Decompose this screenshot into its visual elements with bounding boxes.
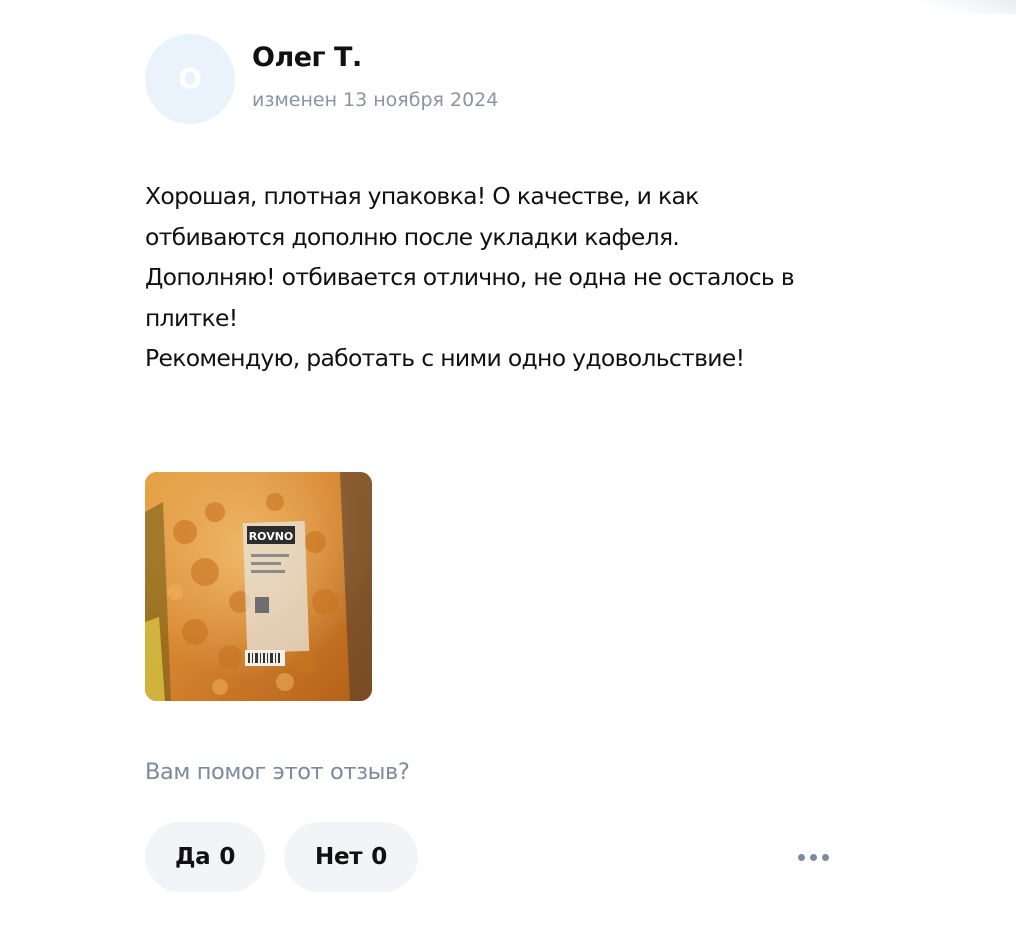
vote-yes-button[interactable]: Да 0 — [145, 822, 265, 892]
review-text-line: Дополняю! отбивается отлично, не одна не… — [145, 263, 795, 332]
corner-shadow — [876, 0, 1016, 14]
review-text: Хорошая, плотная упаковка! О качестве, и… — [145, 176, 845, 379]
dot — [797, 853, 805, 861]
review-text-line: Рекомендую, работать с ними одно удоволь… — [145, 344, 745, 372]
avatar-initial: О — [178, 62, 202, 95]
review-card: О Олег Т. изменен 13 ноября 2024 Хорошая… — [0, 0, 1016, 940]
review-date: изменен 13 ноября 2024 — [252, 89, 499, 111]
review-text-line: Хорошая, плотная упаковка! О качестве, и… — [145, 182, 699, 251]
dot — [809, 853, 817, 861]
helpful-question: Вам помог этот отзыв? — [145, 759, 410, 785]
vote-no-label: Нет — [315, 844, 363, 870]
review-photo[interactable]: ROVNO — [145, 472, 372, 701]
vote-yes-label: Да — [174, 844, 211, 870]
vote-yes-count: 0 — [219, 844, 236, 870]
more-dots-icon[interactable] — [788, 842, 838, 872]
dot — [821, 853, 829, 861]
vote-no-count: 0 — [371, 844, 387, 870]
vote-no-button[interactable]: Нет 0 — [284, 822, 418, 892]
photo-brand-label: ROVNO — [249, 530, 294, 543]
author-name: Олег Т. — [252, 42, 362, 73]
avatar: О — [145, 34, 235, 124]
